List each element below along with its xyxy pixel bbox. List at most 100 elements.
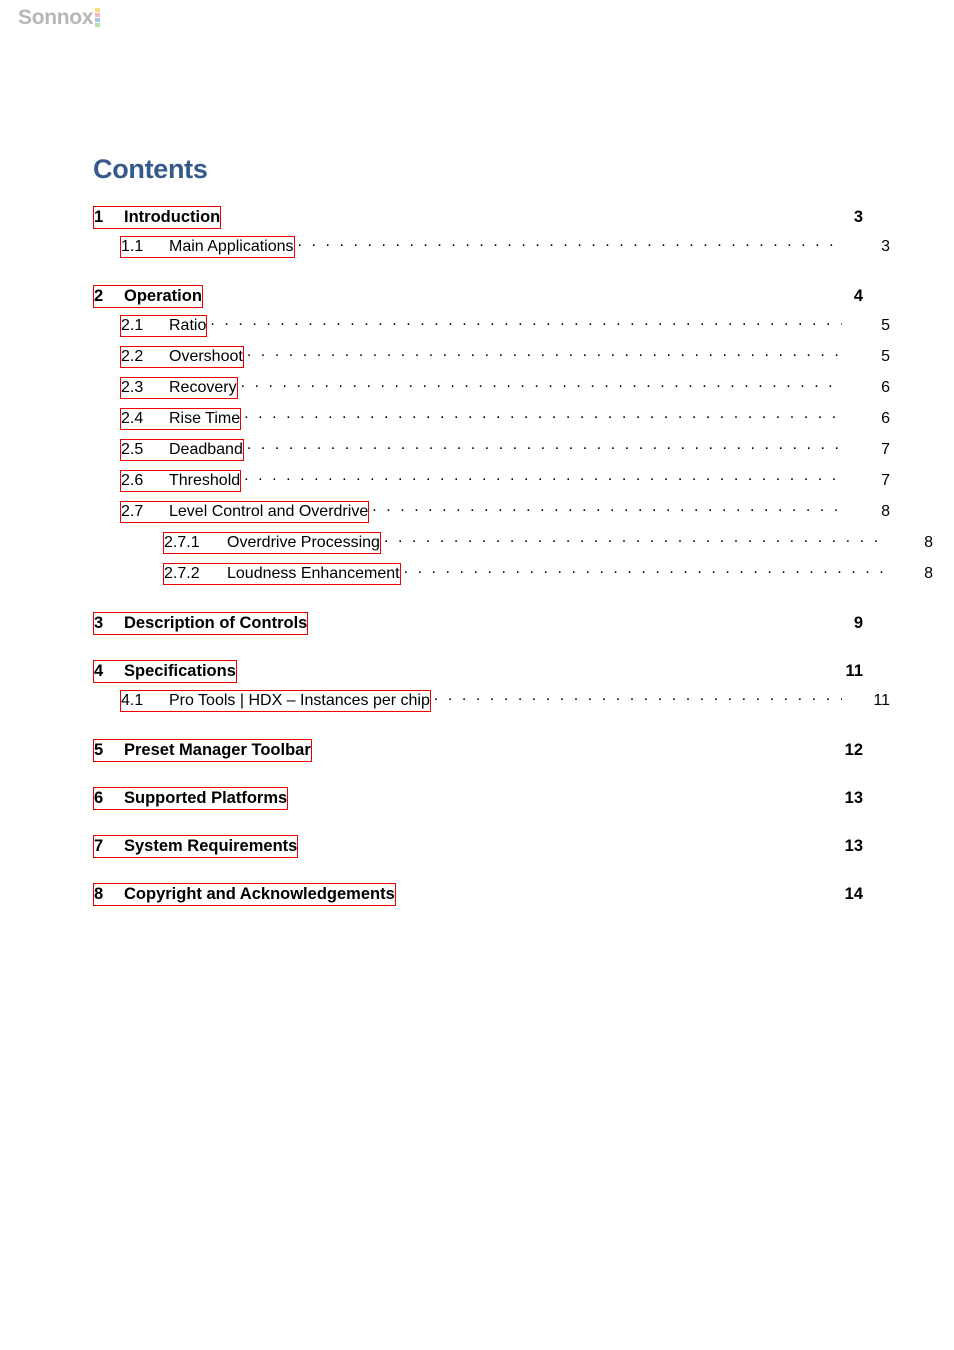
toc-dot-leader <box>384 531 885 547</box>
toc-entry-number: 2 <box>94 286 104 305</box>
logo-dot-3 <box>95 18 101 22</box>
logo-dots-icon <box>95 8 101 28</box>
toc-link-2-4[interactable]: 2.4 Rise Time <box>120 408 242 430</box>
toc-entry-title: System Requirements <box>124 836 298 855</box>
toc-link-5[interactable]: 5 Preset Manager Toolbar <box>93 738 312 762</box>
toc-entry-number: 2.6 <box>121 472 144 489</box>
toc-entry-title: Level Control and Overdrive <box>169 503 369 520</box>
toc-dot-leader <box>399 882 815 899</box>
logo-dot-1 <box>95 8 101 12</box>
toc-entry-page-number: 5 <box>881 317 890 334</box>
toc-dot-leader <box>224 205 815 222</box>
logo-wordmark: Sonnox <box>18 6 94 29</box>
toc-row: 2 Operation 4 <box>93 284 863 314</box>
toc-row: 7 System Requirements 13 <box>93 834 863 864</box>
toc-link-7[interactable]: 7 System Requirements <box>93 834 299 858</box>
logo-dot-4 <box>95 23 101 27</box>
toc-entry-title: Description of Controls <box>124 613 308 632</box>
toc-dot-leader <box>210 314 842 330</box>
toc-entry-number: 3 <box>94 613 104 632</box>
toc-row: 2.7.1 Overdrive Processing 8 <box>93 531 933 562</box>
toc-row: 2.7 Level Control and Overdrive 8 <box>93 500 890 531</box>
toc-entry-number: 2.4 <box>121 410 144 427</box>
toc-link-2-6[interactable]: 2.6 Threshold <box>120 470 242 492</box>
toc-row: 5 Preset Manager Toolbar 12 <box>93 738 863 768</box>
toc-entry-title: Ratio <box>169 317 207 334</box>
toc-link-2[interactable]: 2 Operation <box>93 284 203 308</box>
toc-link-2-1[interactable]: 2.1 Ratio <box>120 315 208 337</box>
toc-dot-leader <box>247 345 842 361</box>
toc-link-2-2[interactable]: 2.2 Overshoot <box>120 346 244 368</box>
toc-entry-number: 2.7.2 <box>164 565 200 582</box>
toc-link-4-1[interactable]: 4.1 Pro Tools | HDX – Instances per chip <box>120 690 431 712</box>
toc-link-1-1[interactable]: 1.1 Main Applications <box>120 236 295 258</box>
toc-entry-number: 4.1 <box>121 692 144 709</box>
toc-entry-title: Overdrive Processing <box>227 534 380 551</box>
toc-entry-number: 2.7.1 <box>164 534 200 551</box>
toc-entry-title: Threshold <box>169 472 241 489</box>
toc-row: 6 Supported Platforms 13 <box>93 786 863 816</box>
sonnox-logo: Sonnox <box>18 6 101 29</box>
toc-dot-leader <box>434 689 842 705</box>
toc-dot-leader <box>404 562 885 578</box>
toc-entry-title: Pro Tools | HDX – Instances per chip <box>169 692 430 709</box>
toc-entry-title: Copyright and Acknowledgements <box>124 884 395 903</box>
toc-row: 4.1 Pro Tools | HDX – Instances per chip 1… <box>93 689 890 720</box>
toc-entry-page-number: 6 <box>881 379 890 396</box>
toc-row: 1 Introduction 3 <box>93 205 863 235</box>
toc-entry-page-number: 5 <box>881 348 890 365</box>
toc-link-6[interactable]: 6 Supported Platforms <box>93 786 289 810</box>
table-of-contents: 1 Introduction 3 1.1 Main Applications 3 2 Oper… <box>93 205 933 912</box>
toc-entry-title: Operation <box>124 286 202 305</box>
toc-entry-page-number: 11 <box>873 692 890 709</box>
toc-dot-leader <box>301 834 815 851</box>
logo-dot-2 <box>95 13 101 17</box>
toc-link-2-7-1[interactable]: 2.7.1 Overdrive Processing <box>163 532 381 554</box>
toc-entry-number: 2.1 <box>121 317 144 334</box>
toc-entry-number: 1 <box>94 207 104 226</box>
toc-entry-page-number: 13 <box>844 788 863 807</box>
toc-entry-title: Recovery <box>169 379 237 396</box>
toc-dot-leader <box>244 407 842 423</box>
toc-dot-leader <box>298 235 842 251</box>
toc-dot-leader <box>291 786 815 803</box>
toc-link-3[interactable]: 3 Description of Controls <box>93 611 309 635</box>
toc-dot-leader <box>372 500 842 516</box>
toc-entry-number: 2.3 <box>121 379 144 396</box>
toc-row: 4 Specifications 11 <box>93 659 863 689</box>
toc-link-2-7[interactable]: 2.7 Level Control and Overdrive <box>120 501 370 523</box>
toc-link-2-3[interactable]: 2.3 Recovery <box>120 377 238 399</box>
toc-dot-leader <box>241 376 842 392</box>
toc-row: 2.6 Threshold 7 <box>93 469 890 500</box>
toc-row: 2.1 Ratio 5 <box>93 314 890 345</box>
toc-link-2-5[interactable]: 2.5 Deadband <box>120 439 244 461</box>
toc-entry-page-number: 12 <box>844 740 863 759</box>
toc-entry-page-number: 11 <box>845 661 863 680</box>
toc-entry-number: 8 <box>94 884 104 903</box>
toc-link-4[interactable]: 4 Specifications <box>93 659 237 683</box>
toc-entry-title: Supported Platforms <box>124 788 288 807</box>
toc-link-8[interactable]: 8 Copyright and Acknowledgements <box>93 882 396 906</box>
toc-row: 2.7.2 Loudness Enhancement 8 <box>93 562 933 593</box>
toc-row: 2.2 Overshoot 5 <box>93 345 890 376</box>
toc-entry-title: Preset Manager Toolbar <box>124 740 311 759</box>
toc-link-2-7-2[interactable]: 2.7.2 Loudness Enhancement <box>163 563 401 585</box>
toc-dot-leader <box>311 611 815 628</box>
toc-entry-page-number: 7 <box>881 472 890 489</box>
toc-entry-page-number: 6 <box>881 410 890 427</box>
toc-entry-number: 6 <box>94 788 104 807</box>
toc-entry-number: 2.2 <box>121 348 144 365</box>
toc-entry-page-number: 3 <box>881 238 890 255</box>
toc-entry-title: Main Applications <box>169 238 294 255</box>
toc-entry-number: 2.5 <box>121 441 144 458</box>
toc-entry-page-number: 8 <box>924 534 933 551</box>
toc-dot-leader <box>244 469 842 485</box>
page-title: Contents <box>93 154 208 185</box>
toc-entry-page-number: 7 <box>881 441 890 458</box>
toc-link-1[interactable]: 1 Introduction <box>93 205 222 229</box>
toc-entry-page-number: 14 <box>844 884 863 903</box>
toc-row: 1.1 Main Applications 3 <box>93 235 890 266</box>
toc-entry-number: 7 <box>94 836 104 855</box>
toc-entry-page-number: 4 <box>853 286 863 305</box>
toc-entry-page-number: 13 <box>844 836 863 855</box>
